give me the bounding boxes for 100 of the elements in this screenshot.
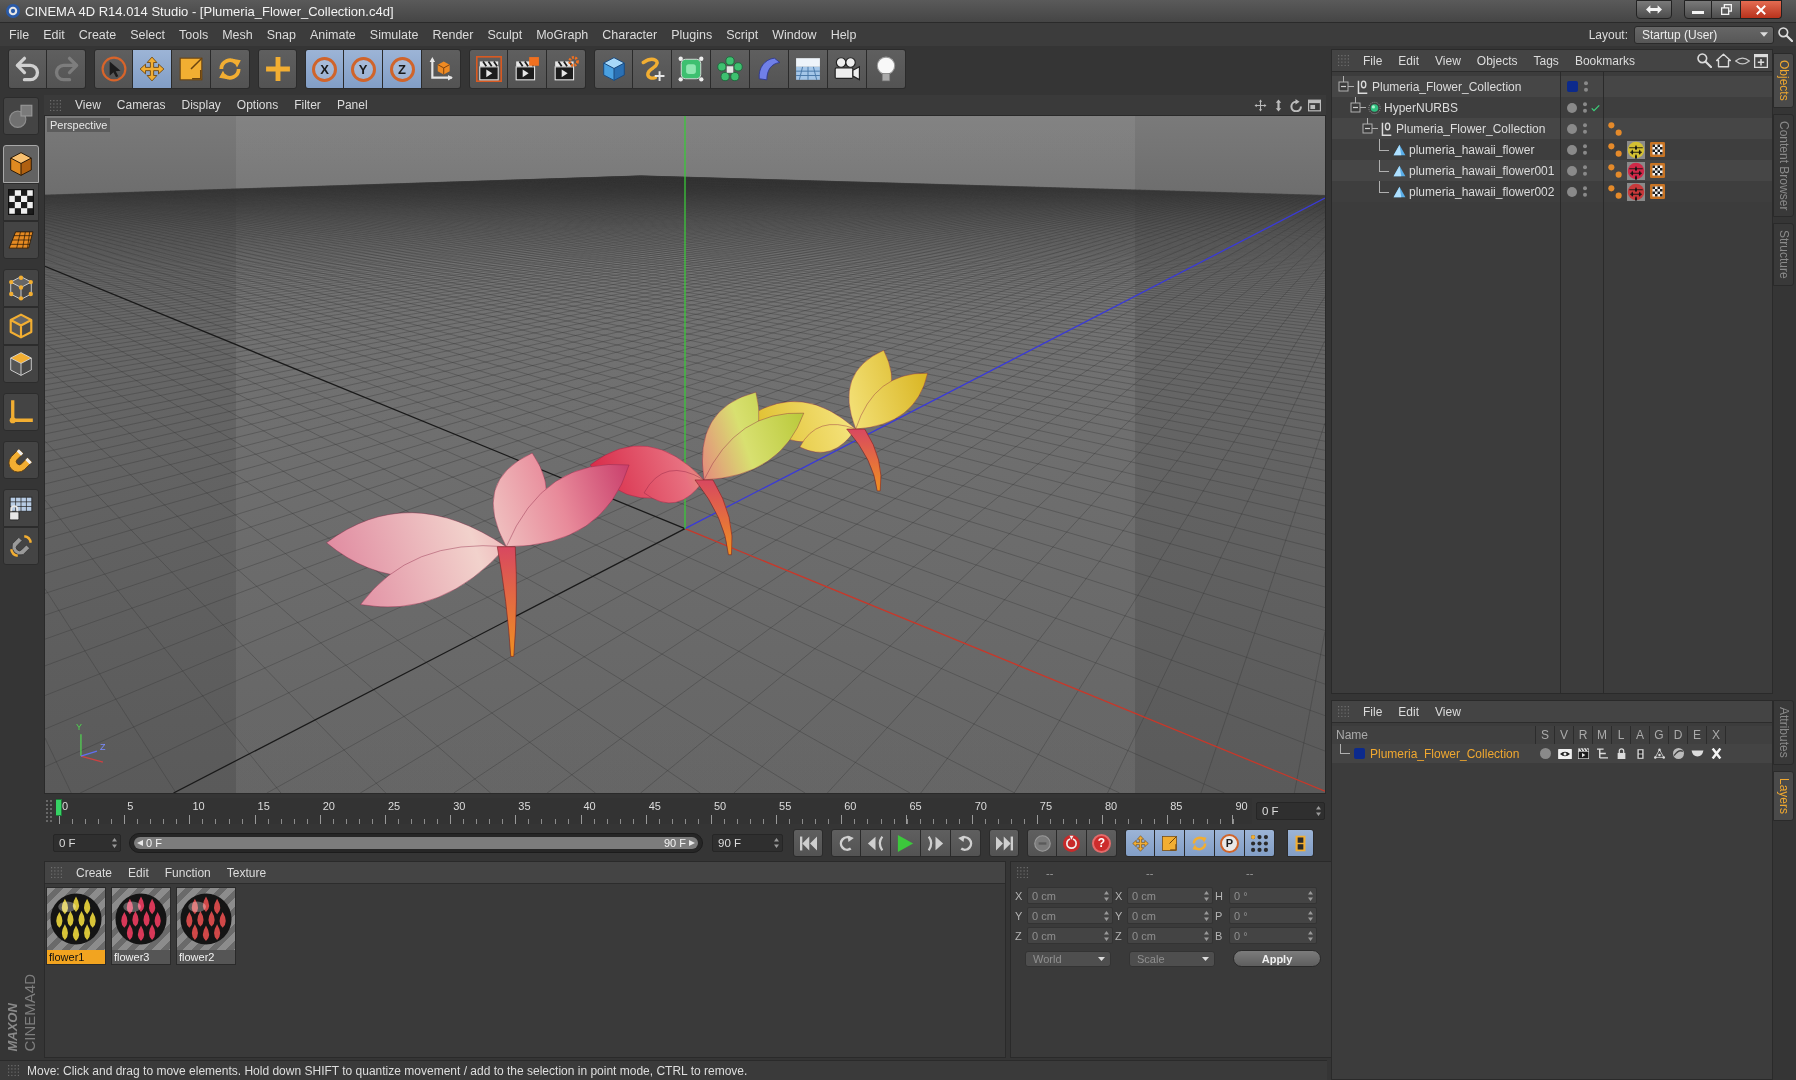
menu-item[interactable]: Create: [71, 23, 124, 46]
parameter-key-button[interactable]: P: [1215, 829, 1245, 857]
resize-button[interactable]: [1636, 0, 1672, 19]
autokey-button[interactable]: [1057, 829, 1087, 857]
orbit-icon[interactable]: [1290, 98, 1303, 112]
menu-item[interactable]: Cameras: [108, 95, 174, 115]
solo-dot-icon[interactable]: [1540, 748, 1551, 759]
previous-key-button[interactable]: [831, 829, 861, 857]
undo-button[interactable]: [8, 49, 47, 89]
menu-item[interactable]: Texture: [218, 862, 275, 883]
restore-button[interactable]: [1712, 0, 1741, 19]
minimize-button[interactable]: [1684, 0, 1712, 19]
points-mode-button[interactable]: [3, 269, 39, 307]
menu-item[interactable]: Select: [123, 23, 172, 46]
add-button[interactable]: [258, 49, 297, 89]
menu-item[interactable]: Plugins: [664, 23, 720, 46]
move-tool-button[interactable]: [133, 49, 172, 89]
current-frame-field[interactable]: 0 F: [1256, 802, 1325, 820]
range-handle[interactable]: 0 F 90 F: [134, 837, 698, 849]
make-editable-button[interactable]: [3, 97, 39, 135]
select-tool-button[interactable]: [94, 49, 133, 89]
workplane-button[interactable]: [3, 221, 39, 259]
magnet-button[interactable]: [3, 441, 39, 479]
scale-button[interactable]: [172, 49, 211, 89]
pen-button[interactable]: [633, 49, 672, 89]
menu-item[interactable]: Create: [68, 862, 121, 883]
menu-item[interactable]: File: [1355, 50, 1391, 71]
menu-item[interactable]: Tags: [1525, 50, 1567, 71]
material-tile[interactable]: flower3: [111, 887, 171, 965]
axis-lock-button[interactable]: Z: [383, 49, 422, 89]
menu-item[interactable]: Edit: [1390, 701, 1428, 722]
menu-item[interactable]: Panel: [328, 95, 376, 115]
menu-item[interactable]: Options: [228, 95, 287, 115]
tree-row[interactable]: Plumeria_Flower_Collection: [1332, 76, 1772, 97]
menu-item[interactable]: Edit: [120, 862, 157, 883]
snap-settings-button[interactable]: [3, 527, 39, 565]
go-to-start-button[interactable]: [793, 829, 823, 857]
menu-item[interactable]: Bookmarks: [1566, 50, 1643, 71]
coordinate-system-button[interactable]: [422, 49, 461, 89]
rotation-key-button[interactable]: [1185, 829, 1215, 857]
pyramid-nodes-icon[interactable]: [1654, 748, 1665, 759]
pan-arrows-icon[interactable]: [1254, 98, 1267, 112]
menu-item[interactable]: File: [1355, 701, 1391, 722]
end-frame-field[interactable]: 90 F: [712, 834, 783, 852]
model-mode-button[interactable]: [3, 145, 39, 183]
home-icon[interactable]: [1716, 53, 1731, 68]
axis-lock-button[interactable]: Y: [344, 49, 383, 89]
menu-item[interactable]: Function: [156, 862, 219, 883]
layer-row[interactable]: Plumeria_Flower_Collection: [1332, 744, 1772, 763]
side-tab[interactable]: Objects: [1773, 53, 1794, 108]
menu-item[interactable]: View: [67, 95, 109, 115]
camera-button[interactable]: [828, 49, 867, 89]
lock-icon[interactable]: [1616, 748, 1627, 759]
menu-item[interactable]: Filter: [286, 95, 329, 115]
material-tile[interactable]: flower1: [46, 887, 106, 965]
menu-item[interactable]: Objects: [1468, 50, 1526, 71]
film-strip-icon[interactable]: [1637, 747, 1644, 760]
menu-item[interactable]: MoGraph: [529, 23, 596, 46]
search-icon[interactable]: [1697, 53, 1712, 68]
menu-item[interactable]: Render: [425, 23, 481, 46]
menu-item[interactable]: Sculpt: [480, 23, 530, 46]
go-to-end-button[interactable]: [989, 829, 1019, 857]
key-selection-button[interactable]: ?: [1087, 829, 1117, 857]
menu-item[interactable]: File: [2, 23, 37, 46]
play-button[interactable]: [891, 829, 921, 857]
cube-button[interactable]: [594, 49, 633, 89]
tree-row[interactable]: Plumeria_Flower_Collection: [1332, 118, 1772, 139]
material-tile[interactable]: flower2: [176, 887, 236, 965]
playhead-handle[interactable]: [56, 799, 62, 816]
bend-button[interactable]: [750, 49, 789, 89]
texture-mode-button[interactable]: [3, 183, 39, 221]
search-icon[interactable]: [1778, 27, 1793, 42]
eye-icon[interactable]: [1557, 748, 1572, 759]
floor-button[interactable]: [789, 49, 828, 89]
layout-dropdown[interactable]: Startup (User): [1634, 25, 1774, 44]
menu-item[interactable]: Snap: [259, 23, 303, 46]
bowl-icon[interactable]: [1691, 750, 1704, 757]
menu-item[interactable]: Character: [595, 23, 665, 46]
menu-item[interactable]: Mesh: [215, 23, 260, 46]
start-frame-field[interactable]: 0 F: [53, 834, 121, 852]
side-tab[interactable]: Layers: [1773, 770, 1794, 821]
menu-item[interactable]: View: [1427, 50, 1469, 71]
menu-item[interactable]: View: [1427, 701, 1469, 722]
position-key-button[interactable]: [1125, 829, 1155, 857]
light-button[interactable]: [867, 49, 906, 89]
axis-lock-button[interactable]: X: [305, 49, 344, 89]
menu-item[interactable]: Help: [823, 23, 864, 46]
new-window-icon[interactable]: [1754, 53, 1768, 68]
tree-row[interactable]: plumeria_hawaii_flower001: [1332, 160, 1772, 181]
window-icon[interactable]: [1308, 98, 1321, 112]
render-settings-button[interactable]: [547, 49, 586, 89]
rotate-tool-button[interactable]: [211, 49, 250, 89]
next-frame-button[interactable]: [921, 829, 951, 857]
clapperboard-icon[interactable]: [1578, 748, 1589, 759]
render-button[interactable]: [508, 49, 547, 89]
edges-mode-button[interactable]: [3, 307, 39, 345]
menu-item[interactable]: Tools: [172, 23, 216, 46]
polygons-mode-button[interactable]: [3, 345, 39, 383]
cloner-button[interactable]: [711, 49, 750, 89]
eye-icon[interactable]: [1735, 56, 1750, 65]
